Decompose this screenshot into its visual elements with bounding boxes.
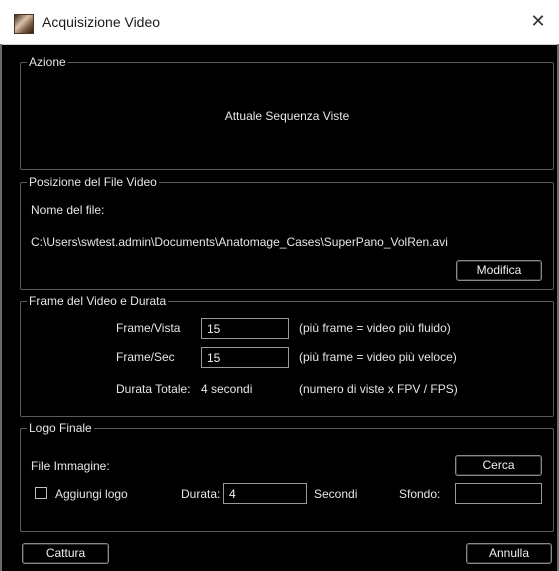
group-logo-legend: Logo Finale — [27, 421, 94, 435]
cattura-button[interactable]: Cattura — [22, 543, 109, 564]
file-path: C:\Users\swtest.admin\Documents\Anatomag… — [31, 235, 448, 249]
app-icon — [14, 14, 34, 34]
frame-vista-hint: (più frame = video più fluido) — [299, 321, 451, 335]
aggiungi-logo-label[interactable]: Aggiungi logo — [55, 487, 128, 501]
logo-durata-label: Durata: — [181, 487, 221, 501]
file-immagine-label: File Immagine: — [31, 459, 110, 473]
group-logo: Logo Finale File Immagine: Cerca Aggiung… — [20, 421, 554, 532]
frame-sec-label: Frame/Sec — [116, 350, 175, 364]
aggiungi-logo-checkbox[interactable] — [35, 487, 47, 499]
group-frame-legend: Frame del Video e Durata — [27, 294, 169, 308]
cerca-button[interactable]: Cerca — [455, 455, 542, 476]
group-frame: Frame del Video e Durata Frame/Vista 15 … — [20, 294, 554, 417]
sfondo-color-field[interactable] — [455, 483, 542, 504]
durata-totale-value: 4 secondi — [201, 382, 253, 396]
durata-totale-label: Durata Totale: — [116, 382, 191, 396]
frame-sec-hint: (più frame = video più veloce) — [299, 350, 457, 364]
logo-durata-input[interactable]: 4 — [223, 483, 307, 504]
group-posizione: Posizione del File Video Nome del file: … — [20, 175, 554, 290]
title-bar: Acquisizione Video ✕ — [0, 0, 559, 45]
frame-vista-label: Frame/Vista — [116, 321, 181, 335]
group-azione-legend: Azione — [27, 55, 68, 69]
dialog-body: Azione Attuale Sequenza Viste Posizione … — [0, 44, 559, 571]
window-title: Acquisizione Video — [42, 14, 161, 30]
nome-file-label: Nome del file: — [31, 203, 105, 217]
frame-vista-input[interactable]: 15 — [201, 318, 289, 339]
group-posizione-legend: Posizione del File Video — [27, 175, 159, 189]
frame-sec-input[interactable]: 15 — [201, 347, 289, 368]
secondi-label: Secondi — [314, 487, 358, 501]
sfondo-label: Sfondo: — [399, 487, 441, 501]
group-azione: Azione Attuale Sequenza Viste — [20, 55, 554, 170]
modifica-button[interactable]: Modifica — [456, 260, 542, 281]
durata-totale-hint: (numero di viste x FPV / FPS) — [299, 382, 458, 396]
annulla-button[interactable]: Annulla — [466, 543, 552, 564]
azione-text: Attuale Sequenza Viste — [224, 109, 350, 123]
close-icon[interactable]: ✕ — [527, 10, 549, 32]
